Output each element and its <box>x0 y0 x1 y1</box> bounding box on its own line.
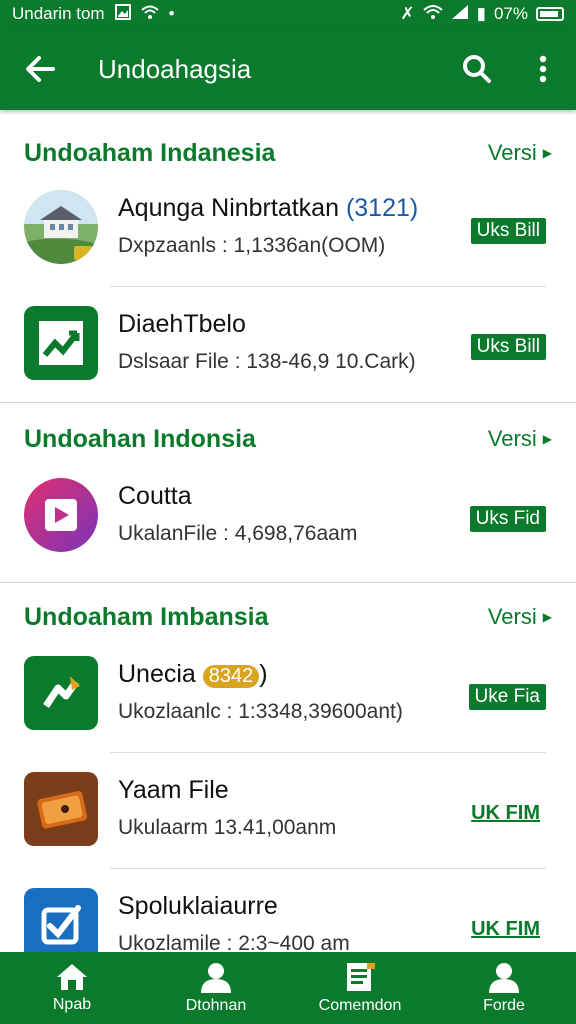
list-item[interactable]: DiaehTbelo Dslsaar File : 138-46,9 10.Ca… <box>0 286 576 402</box>
nav-item-dtohnan[interactable]: Dtohnan <box>144 952 288 1024</box>
item-action-button[interactable]: Uke Fia <box>468 684 546 710</box>
item-name: Coutta <box>118 482 192 510</box>
back-button[interactable] <box>0 28 80 110</box>
nav-item-npab[interactable]: Npab <box>0 952 144 1024</box>
item-action-button[interactable]: UK FIM <box>465 800 546 826</box>
home-icon <box>57 964 87 990</box>
arrow-left-icon <box>26 56 55 82</box>
item-action-button[interactable]: Uks Bill <box>470 218 546 244</box>
battery-saver-icon: ▮ <box>476 4 486 23</box>
document-icon <box>347 963 375 991</box>
section-version-link[interactable]: Versi ▶ <box>488 140 552 166</box>
search-button[interactable] <box>444 28 510 110</box>
arrow-right-icon: ▶ <box>542 432 552 446</box>
item-meta: Dslsaar File : 138-46,9 10.Cark) <box>118 350 416 373</box>
item-name-suffix: (3121) <box>345 194 419 222</box>
item-name-text: Aqunga Ninbrtatkan <box>118 194 339 222</box>
bottom-navigation: Npab Dtohnan Comemdon Forde <box>0 952 576 1024</box>
section-version-link[interactable]: Versi ▶ <box>488 426 552 452</box>
section-title: Undoaham Indanesia <box>24 138 276 167</box>
version-badge: 8342 <box>202 665 260 688</box>
media-app-icon <box>24 478 98 552</box>
item-action-button[interactable]: Uks Fid <box>469 506 546 532</box>
battery-percent: 07% <box>493 4 528 23</box>
list-item[interactable]: Aqunga Ninbrtatkan (3121) Dxpzaanls : 1,… <box>0 170 576 286</box>
person-icon <box>489 963 519 993</box>
carrier-text: Undarin tom <box>12 4 105 23</box>
more-vert-icon <box>539 55 547 83</box>
section-title: Undoahan Indonsia <box>24 424 256 453</box>
section-version-link[interactable]: Versi ▶ <box>488 604 552 630</box>
more-options-button[interactable] <box>510 28 576 110</box>
section-title: Undoaham Imbansia <box>24 602 269 631</box>
item-name: DiaehTbelo <box>118 310 246 339</box>
app-bar: Undoahagsia <box>0 28 576 110</box>
list-item[interactable]: Yaam File Ukulaarm 13.41,00anm UK FIM <box>0 752 576 868</box>
list-item[interactable]: Spoluklaiaurre Ukozlamile : 2:3~400 am U… <box>0 868 576 952</box>
signal-icon <box>451 4 469 25</box>
item-meta: Ukulaarm 13.41,00anm <box>118 816 337 839</box>
nav-label: Dtohnan <box>185 997 247 1014</box>
item-action-button[interactable]: UK FIM <box>465 916 546 942</box>
list-item[interactable]: Coutta UkalanFile : 4,698,76aam Uks Fid <box>0 458 576 574</box>
status-bar: Undarin tom • ✗ ▮ 07% <box>0 0 576 28</box>
section-action-label: Versi <box>487 604 537 629</box>
battery-icon <box>536 7 564 21</box>
page-title: Undoahagsia <box>98 53 252 84</box>
chart-app-icon <box>24 306 98 380</box>
wifi-icon <box>422 4 443 25</box>
edit-app-icon <box>24 656 98 730</box>
person-icon <box>201 963 231 993</box>
item-meta: Dxpzaanls : 1,1336an(OOM) <box>118 234 386 257</box>
checkbox-app-icon <box>24 888 98 952</box>
house-app-icon <box>24 190 98 264</box>
nav-label: Forde <box>483 997 525 1014</box>
nav-item-comemdon[interactable]: Comemdon <box>288 952 432 1024</box>
item-name-text: Unecia <box>118 660 196 688</box>
book-app-icon <box>24 772 98 846</box>
wifi-icon <box>140 4 159 24</box>
item-meta: Ukozlamile : 2:3~400 am <box>118 932 350 952</box>
content-list: Undoaham Indanesia Versi ▶ Aqunga Ninbrt… <box>0 110 576 952</box>
item-name: Unecia 8342) <box>118 660 268 689</box>
item-name: Yaam File <box>118 776 229 804</box>
section-action-label: Versi <box>487 426 537 451</box>
section-action-label: Versi <box>487 140 537 165</box>
list-item[interactable]: Unecia 8342) Ukozlaanlc : 1:3348,39600an… <box>0 636 576 752</box>
nav-item-forde[interactable]: Forde <box>432 952 576 1024</box>
bluetooth-icon: ✗ <box>400 4 415 23</box>
arrow-right-icon: ▶ <box>542 610 552 624</box>
item-name: Aqunga Ninbrtatkan (3121) <box>118 194 418 223</box>
search-icon <box>463 55 491 83</box>
item-name-suffix: ) <box>259 660 268 688</box>
nav-label: Comemdon <box>318 997 402 1014</box>
item-name: Spoluklaiaurre <box>118 892 278 920</box>
item-action-button[interactable]: Uks Bill <box>470 334 546 360</box>
item-meta: UkalanFile : 4,698,76aam <box>118 522 358 545</box>
arrow-right-icon: ▶ <box>542 146 552 160</box>
item-name-text: DiaehTbelo <box>118 310 246 338</box>
image-icon <box>114 3 131 25</box>
divider <box>0 402 576 403</box>
dot-icon: • <box>168 4 175 23</box>
nav-label: Npab <box>52 996 92 1013</box>
item-meta: Ukozlaanlc : 1:3348,39600ant) <box>118 700 403 723</box>
